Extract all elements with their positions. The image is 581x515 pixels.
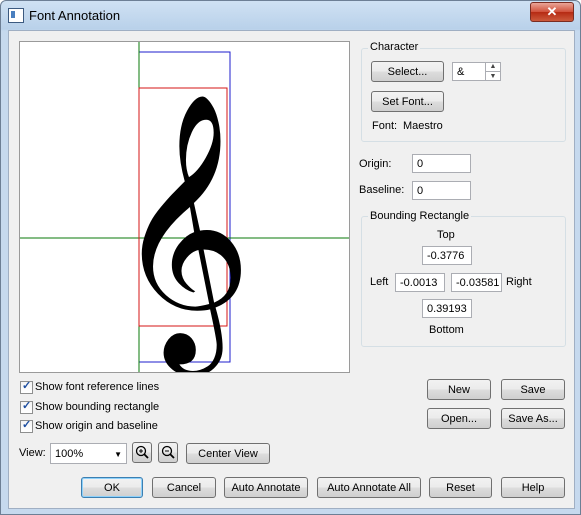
show-origin-baseline-label[interactable]: Show origin and baseline bbox=[35, 420, 158, 432]
right-label: Right bbox=[506, 276, 532, 288]
glyph-preview-canvas[interactable]: 𝄞 bbox=[19, 41, 350, 373]
origin-label: Origin: bbox=[359, 158, 392, 170]
auto-annotate-button[interactable]: Auto Annotate bbox=[224, 477, 308, 498]
help-button[interactable]: Help bbox=[501, 477, 565, 498]
show-reference-lines-label[interactable]: Show font reference lines bbox=[35, 381, 159, 393]
bounding-group-label: Bounding Rectangle bbox=[368, 210, 472, 222]
select-character-button[interactable]: Select... bbox=[371, 61, 444, 82]
close-button[interactable]: ✕ bbox=[530, 2, 574, 22]
dialog-client: 𝄞 Character Select... & ▲ ▼ Set Font... … bbox=[8, 30, 575, 509]
center-view-button[interactable]: Center View bbox=[186, 443, 270, 464]
set-font-button[interactable]: Set Font... bbox=[371, 91, 444, 112]
zoom-out-icon bbox=[161, 445, 175, 459]
new-button[interactable]: New bbox=[427, 379, 491, 400]
top-input[interactable]: -0.3776 bbox=[422, 246, 472, 265]
character-group-label: Character bbox=[368, 41, 421, 53]
bottom-input[interactable]: 0.39193 bbox=[422, 299, 472, 318]
chevron-down-icon[interactable]: ▼ bbox=[114, 448, 122, 462]
title-bar: Font Annotation ✕ bbox=[1, 1, 580, 29]
left-label: Left bbox=[370, 276, 389, 288]
show-bounding-rectangle-checkbox[interactable] bbox=[20, 399, 33, 414]
auto-annotate-all-button[interactable]: Auto Annotate All bbox=[317, 477, 421, 498]
font-name: Maestro bbox=[403, 120, 443, 132]
spin-down-icon[interactable]: ▼ bbox=[485, 71, 500, 81]
save-button[interactable]: Save bbox=[501, 379, 565, 400]
treble-clef-glyph: 𝄞 bbox=[114, 91, 253, 372]
character-value: & bbox=[457, 66, 465, 78]
baseline-label: Baseline: bbox=[359, 184, 405, 196]
preview-svg: 𝄞 bbox=[20, 42, 349, 372]
font-label: Font: bbox=[372, 120, 398, 132]
show-reference-lines-checkbox[interactable] bbox=[20, 379, 33, 394]
show-bounding-rectangle-label[interactable]: Show bounding rectangle bbox=[35, 401, 159, 413]
show-origin-baseline-checkbox[interactable] bbox=[20, 418, 33, 433]
zoom-select[interactable]: 100% ▼ bbox=[50, 443, 127, 464]
reset-button[interactable]: Reset bbox=[429, 477, 492, 498]
character-spinner[interactable]: & ▲ ▼ bbox=[452, 62, 501, 81]
view-label: View: bbox=[19, 447, 46, 459]
app-icon bbox=[8, 8, 24, 23]
window-title: Font Annotation bbox=[29, 8, 121, 23]
ok-button[interactable]: OK bbox=[81, 477, 143, 498]
bottom-label: Bottom bbox=[429, 324, 464, 336]
open-button[interactable]: Open... bbox=[427, 408, 491, 429]
zoom-out-button[interactable] bbox=[158, 442, 178, 463]
save-as-button[interactable]: Save As... bbox=[501, 408, 565, 429]
top-label: Top bbox=[437, 229, 455, 241]
spin-up-icon[interactable]: ▲ bbox=[485, 63, 500, 71]
origin-input[interactable]: 0 bbox=[412, 154, 471, 173]
baseline-input[interactable]: 0 bbox=[412, 181, 471, 200]
left-input[interactable]: -0.0013 bbox=[395, 273, 445, 292]
font-annotation-window: Font Annotation ✕ 𝄞 Character Select... … bbox=[0, 0, 581, 515]
zoom-in-button[interactable] bbox=[132, 442, 152, 463]
zoom-in-icon bbox=[135, 445, 149, 459]
right-input[interactable]: -0.03581 bbox=[451, 273, 502, 292]
zoom-value: 100% bbox=[55, 448, 84, 460]
cancel-button[interactable]: Cancel bbox=[152, 477, 216, 498]
